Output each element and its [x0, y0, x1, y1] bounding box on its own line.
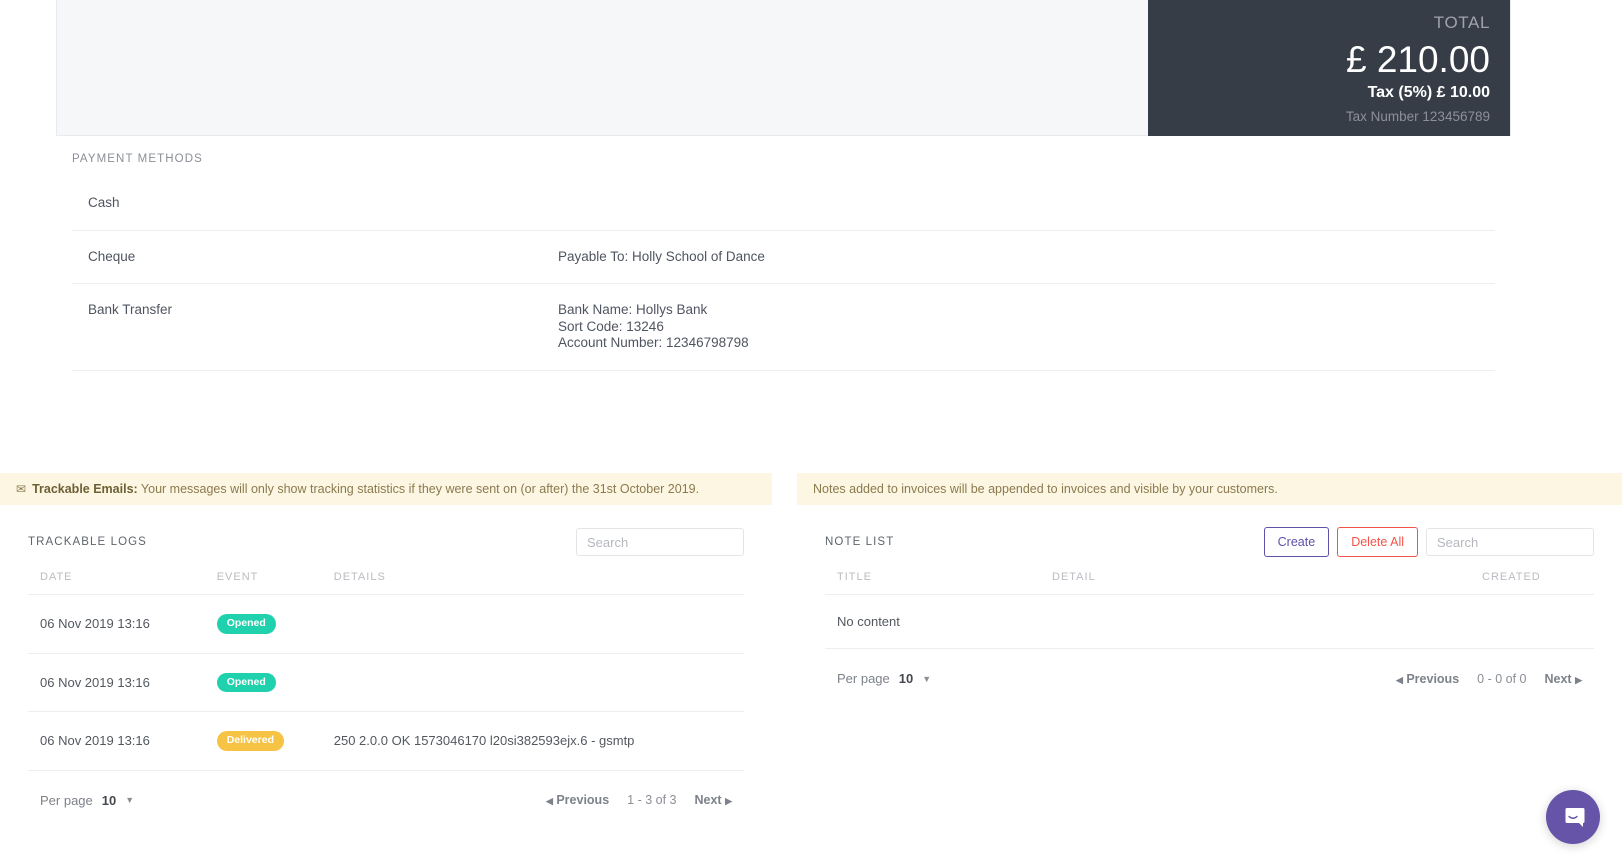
table-row[interactable]: 06 Nov 2019 13:16 Delivered 250 2.0.0 OK… — [28, 711, 744, 771]
invoice-summary-strip: TOTAL £ 210.00 Tax (5%) £ 10.00 Tax Numb… — [56, 0, 1511, 136]
create-note-button[interactable]: Create — [1263, 527, 1330, 557]
pagination-count: 1 - 3 of 3 — [627, 793, 677, 807]
log-event-cell: Opened — [204, 594, 322, 654]
per-page-control[interactable]: Per page 10 ▼ — [837, 671, 931, 686]
log-date: 06 Nov 2019 13:16 — [28, 594, 205, 654]
next-page-button[interactable]: Next ▶ — [695, 793, 733, 807]
per-page-label: Per page — [837, 671, 890, 686]
payment-method-name: Cash — [88, 195, 120, 210]
trackable-logs-search-input[interactable] — [576, 528, 744, 556]
column-header-details: DETAILS — [321, 571, 744, 595]
previous-page-button[interactable]: ◀ Previous — [1396, 672, 1459, 686]
payment-method-name: Bank Transfer — [88, 302, 173, 317]
log-details: 250 2.0.0 OK 1573046170 l20si382593ejx.6… — [321, 711, 744, 771]
chevron-down-icon[interactable]: ▼ — [922, 674, 931, 684]
total-tax-line: Tax (5%) £ 10.00 — [1367, 84, 1490, 101]
status-badge: Delivered — [216, 731, 284, 751]
pagination-count: 0 - 0 of 0 — [1477, 671, 1527, 686]
payment-method-row: Cheque Payable To: Holly School of Dance — [72, 231, 1495, 284]
previous-label: Previous — [1406, 671, 1460, 686]
note-list-pagination: Per page 10 ▼ ◀ Previous 0 - 0 of 0 Next… — [825, 649, 1594, 686]
total-label: TOTAL — [1433, 13, 1490, 32]
chat-launcher-button[interactable] — [1546, 790, 1600, 844]
per-page-control[interactable]: Per page 10 ▼ — [40, 793, 134, 808]
trackable-logs-title: TRACKABLE LOGS — [28, 536, 147, 548]
invoice-total-panel: TOTAL £ 210.00 Tax (5%) £ 10.00 Tax Numb… — [1148, 0, 1510, 136]
chevron-down-icon[interactable]: ▼ — [125, 795, 134, 805]
total-amount: £ 210.00 — [1345, 39, 1490, 80]
note-list-panel: NOTE LIST Create Delete All TITLE DETAIL… — [797, 513, 1622, 686]
trackable-logs-pagination: Per page 10 ▼ ◀ Previous 1 - 3 of 3 Next… — [28, 771, 744, 808]
payment-method-detail: Bank Name: Hollys Bank Sort Code: 13246 … — [558, 302, 749, 350]
note-list-table: TITLE DETAIL CREATED No content — [825, 571, 1594, 649]
invoice-summary-blank-area — [57, 0, 1148, 136]
status-badge: Opened — [216, 672, 276, 692]
column-header-detail: DETAIL — [1040, 571, 1470, 595]
chevron-right-icon: ▶ — [725, 796, 732, 806]
previous-label: Previous — [556, 793, 610, 807]
payment-method-detail: Payable To: Holly School of Dance — [558, 248, 765, 264]
total-tax-number: Tax Number 123456789 — [1345, 109, 1490, 124]
log-event-cell: Delivered — [204, 711, 322, 771]
trackable-logs-header: TRACKABLE LOGS — [28, 513, 744, 571]
trackable-emails-banner-strong: Trackable Emails: — [32, 482, 138, 496]
envelope-icon: ✉ — [16, 482, 27, 496]
column-header-created: CREATED — [1470, 571, 1594, 595]
payment-method-row: Bank Transfer Bank Name: Hollys Bank Sor… — [72, 284, 1495, 371]
payment-methods-table: Cash Cheque Payable To: Holly School of … — [56, 177, 1511, 371]
per-page-value: 10 — [898, 671, 914, 686]
note-list-empty-message: No content — [825, 594, 1594, 649]
note-list-title: NOTE LIST — [825, 536, 895, 548]
chat-bubble-icon — [1563, 808, 1585, 827]
log-details — [321, 653, 744, 712]
payment-methods-section: PAYMENT METHODS Cash Cheque Payable To: … — [56, 136, 1511, 371]
notes-banner-text: Notes added to invoices will be appended… — [813, 482, 1278, 496]
per-page-label: Per page — [40, 792, 93, 808]
next-label: Next — [1544, 671, 1572, 686]
table-header-row: DATE EVENT DETAILS — [28, 571, 744, 595]
chevron-left-icon: ◀ — [1395, 674, 1403, 685]
chevron-right-icon: ▶ — [1575, 674, 1582, 685]
table-row[interactable]: 06 Nov 2019 13:16 Opened — [28, 594, 744, 654]
column-header-date: DATE — [28, 571, 205, 595]
invoice-page: TOTAL £ 210.00 Tax (5%) £ 10.00 Tax Numb… — [0, 0, 1622, 858]
status-badge: Opened — [216, 614, 276, 634]
next-label: Next — [694, 793, 722, 807]
log-event-cell: Opened — [204, 653, 322, 712]
trackable-emails-banner-text: Your messages will only show tracking st… — [137, 482, 700, 496]
log-date: 06 Nov 2019 13:16 — [28, 711, 205, 771]
log-date: 06 Nov 2019 13:16 — [28, 653, 205, 712]
note-list-header: NOTE LIST Create Delete All — [825, 513, 1594, 571]
column-header-title: TITLE — [825, 571, 1040, 595]
log-details — [321, 594, 744, 654]
pagination-controls: ◀ Previous 1 - 3 of 3 Next ▶ — [546, 793, 744, 807]
notes-banner: Notes added to invoices will be appended… — [797, 473, 1622, 505]
table-row[interactable]: 06 Nov 2019 13:16 Opened — [28, 653, 744, 712]
pagination-controls: ◀ Previous 0 - 0 of 0 Next ▶ — [1396, 672, 1594, 686]
trackable-emails-banner: ✉ Trackable Emails: Your messages will o… — [0, 473, 772, 505]
payment-method-name: Cheque — [88, 248, 136, 264]
table-header-row: TITLE DETAIL CREATED — [825, 571, 1594, 595]
trackable-logs-panel: TRACKABLE LOGS DATE EVENT DETAILS 06 Nov… — [0, 513, 772, 808]
payment-method-row: Cash — [72, 177, 1495, 231]
chevron-left-icon: ◀ — [545, 796, 553, 806]
previous-page-button[interactable]: ◀ Previous — [546, 793, 609, 807]
table-row: No content — [825, 594, 1594, 649]
delete-all-notes-button[interactable]: Delete All — [1337, 527, 1418, 557]
note-list-search-input[interactable] — [1426, 528, 1594, 556]
column-header-event: EVENT — [204, 571, 322, 595]
trackable-logs-table: DATE EVENT DETAILS 06 Nov 2019 13:16 Ope… — [28, 571, 744, 771]
next-page-button[interactable]: Next ▶ — [1545, 672, 1583, 686]
payment-methods-heading: PAYMENT METHODS — [72, 153, 203, 165]
payment-method-detail — [558, 195, 1495, 212]
per-page-value: 10 — [101, 792, 117, 808]
